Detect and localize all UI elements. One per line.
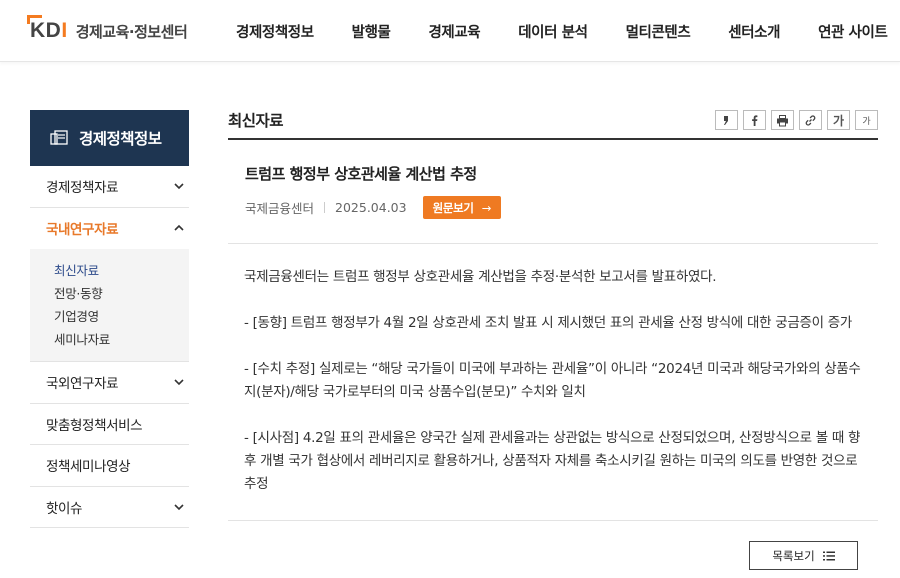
sidebar-title: 경제정책정보: [30, 110, 189, 166]
sidebar-item-custom-service[interactable]: 맞춤형정책서비스: [30, 404, 189, 445]
chevron-down-icon: [174, 504, 184, 510]
view-original-label: 원문보기: [432, 200, 474, 215]
main-nav: 경제정책정보 발행물 경제교육 데이터 분석 멀티콘텐츠 센터소개 연관 사이트: [236, 0, 888, 62]
main-content: 최신자료 가 가 트럼프 행정부 상호관세율 계산법 추정 국제금융센터 202…: [228, 108, 878, 570]
article-paragraph: - [수치 추정] 실제로는 “해당 국가들이 미국에 부과하는 관세율”이 아…: [244, 361, 861, 400]
chevron-down-icon: [174, 379, 184, 386]
sidebar-item-label: 국내연구자료: [46, 222, 119, 239]
nav-data-analysis[interactable]: 데이터 분석: [518, 21, 588, 42]
arrow-right-icon: →: [481, 200, 492, 215]
submenu-item-latest[interactable]: 최신자료: [54, 259, 189, 282]
article-body: 국제금융센터는 트럼프 행정부 상호관세율 계산법을 추정·분석한 보고서를 발…: [244, 266, 864, 496]
list-view-button[interactable]: 목록보기: [749, 541, 858, 570]
document-icon: [50, 130, 68, 145]
sidebar-item-label: 맞춤형정책서비스: [46, 417, 143, 434]
nav-about-center[interactable]: 센터소개: [728, 21, 780, 42]
page-title: 최신자료: [228, 112, 284, 130]
sidebar-item-economic-policy[interactable]: 경제정책자료: [30, 166, 189, 208]
quote-icon[interactable]: [715, 110, 738, 130]
nav-related-sites[interactable]: 연관 사이트: [818, 21, 888, 42]
sidebar-item-label: 핫이슈: [46, 500, 83, 517]
facebook-icon[interactable]: [743, 110, 766, 130]
share-tools: 가 가: [715, 110, 878, 130]
chevron-up-icon: [174, 225, 184, 231]
submenu-item-seminar[interactable]: 세미나자료: [54, 328, 189, 351]
list-view-label: 목록보기: [772, 548, 815, 563]
link-icon[interactable]: [799, 110, 822, 130]
sidebar-item-foreign-research[interactable]: 국외연구자료: [30, 362, 189, 404]
sidebar-item-domestic-research[interactable]: 국내연구자료: [30, 208, 189, 250]
article-paragraph: - [시사점] 4.2일 표의 관세율은 양국간 실제 관세율과는 상관없는 방…: [244, 430, 861, 492]
nav-publications[interactable]: 발행물: [352, 21, 391, 42]
sidebar-item-label: 국외연구자료: [46, 376, 119, 393]
article-date: 2025.04.03: [335, 200, 407, 215]
article-title: 트럼프 행정부 상호관세율 계산법 추정: [245, 165, 477, 183]
submenu-item-outlook[interactable]: 전망·동향: [54, 282, 189, 305]
sidebar-submenu: 최신자료 전망·동향 기업경영 세미나자료: [30, 249, 189, 362]
divider: [228, 520, 878, 521]
article-paragraph: - [동향] 트럼프 행정부가 4월 2일 상호관세 조치 발표 시 제시했던 …: [244, 315, 852, 331]
meta-divider: [324, 202, 326, 213]
sidebar-title-label: 경제정책정보: [79, 130, 162, 148]
sidebar-item-hot-issue[interactable]: 핫이슈: [30, 487, 189, 528]
site-header: KDI 경제교육·정보센터 경제정책정보 발행물 경제교육 데이터 분석 멀티콘…: [0, 0, 900, 62]
list-icon: [822, 551, 835, 560]
view-original-button[interactable]: 원문보기 →: [422, 196, 502, 219]
logo-text: 경제교육·정보센터: [75, 22, 188, 41]
font-decrease-icon[interactable]: 가: [855, 110, 878, 130]
site-logo[interactable]: KDI 경제교육·정보센터: [27, 15, 188, 44]
nav-multimedia[interactable]: 멀티콘텐츠: [626, 21, 691, 42]
font-increase-icon[interactable]: 가: [827, 110, 850, 130]
sidebar-item-label: 정책세미나영상: [46, 459, 131, 476]
submenu-item-business[interactable]: 기업경영: [54, 305, 189, 328]
content-header: 최신자료 가 가: [228, 108, 878, 140]
article-meta: 국제금융센터 2025.04.03 원문보기 →: [245, 196, 502, 219]
article-source: 국제금융센터: [245, 201, 315, 216]
print-icon[interactable]: [771, 110, 794, 130]
sidebar-item-seminar-video[interactable]: 정책세미나영상: [30, 445, 189, 487]
sidebar-item-label: 경제정책자료: [46, 180, 119, 197]
nav-economic-education[interactable]: 경제교육: [428, 21, 480, 42]
sidebar: 경제정책정보 경제정책자료 국내연구자료 최신자료 전망·동향 기업경영 세미나…: [30, 110, 189, 528]
divider: [228, 243, 878, 244]
kdi-logo-mark: KDI: [27, 15, 68, 42]
chevron-down-icon: [174, 183, 184, 190]
nav-policy-info[interactable]: 경제정책정보: [236, 21, 314, 42]
article-paragraph: 국제금융센터는 트럼프 행정부 상호관세율 계산법을 추정·분석한 보고서를 발…: [244, 269, 717, 285]
